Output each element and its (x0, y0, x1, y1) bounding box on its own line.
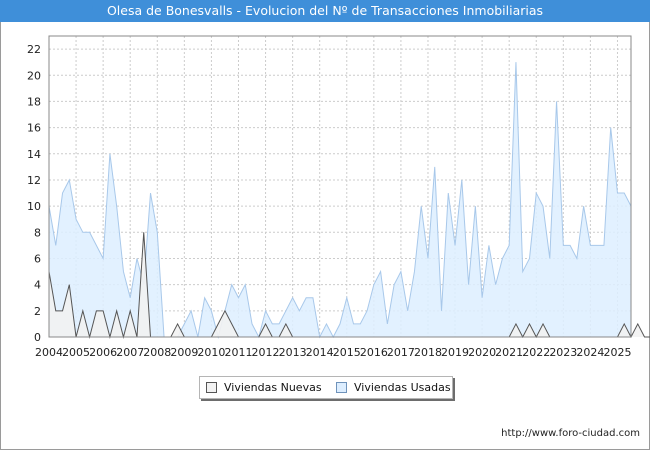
x-tick-label: 2012 (252, 346, 280, 359)
x-tick-label: 2005 (62, 346, 90, 359)
x-tick-label: 2006 (89, 346, 117, 359)
legend-swatch-usadas (336, 382, 347, 393)
y-tick-label: 12 (27, 174, 41, 187)
legend-swatch-nuevas (206, 382, 217, 393)
x-tick-label: 2021 (495, 346, 523, 359)
legend-label-usadas: Viviendas Usadas (354, 381, 451, 394)
x-tick-label: 2009 (170, 346, 198, 359)
y-tick-label: 6 (34, 252, 41, 265)
x-tick-label: 2010 (197, 346, 225, 359)
y-tick-label: 20 (27, 69, 41, 82)
y-tick-label: 8 (34, 226, 41, 239)
x-tick-label: 2023 (549, 346, 577, 359)
x-tick-label: 2016 (360, 346, 388, 359)
y-tick-label: 16 (27, 122, 41, 135)
x-tick-label: 2017 (387, 346, 415, 359)
y-tick-label: 14 (27, 148, 41, 161)
x-tick-label: 2008 (143, 346, 171, 359)
legend-label-nuevas: Viviendas Nuevas (224, 381, 322, 394)
x-tick-label: 2024 (576, 346, 604, 359)
x-tick-label: 2004 (35, 346, 63, 359)
footer-url: http://www.foro-ciudad.com (501, 428, 640, 439)
y-tick-label: 10 (27, 200, 41, 213)
x-tick-label: 2015 (333, 346, 361, 359)
x-tick-label: 2018 (414, 346, 442, 359)
y-tick-label: 4 (34, 279, 41, 292)
legend: Viviendas Nuevas Viviendas Usadas (199, 376, 453, 399)
x-tick-label: 2020 (468, 346, 496, 359)
y-tick-label: 2 (34, 305, 41, 318)
x-tick-label: 2011 (224, 346, 252, 359)
y-tick-label: 0 (34, 331, 41, 344)
x-tick-label: 2007 (116, 346, 144, 359)
y-tick-label: 18 (27, 95, 41, 108)
x-tick-label: 2019 (441, 346, 469, 359)
x-tick-label: 2022 (522, 346, 550, 359)
x-tick-label: 2014 (306, 346, 334, 359)
y-tick-label: 22 (27, 43, 41, 56)
x-tick-label: 2025 (603, 346, 631, 359)
x-tick-label: 2013 (279, 346, 307, 359)
